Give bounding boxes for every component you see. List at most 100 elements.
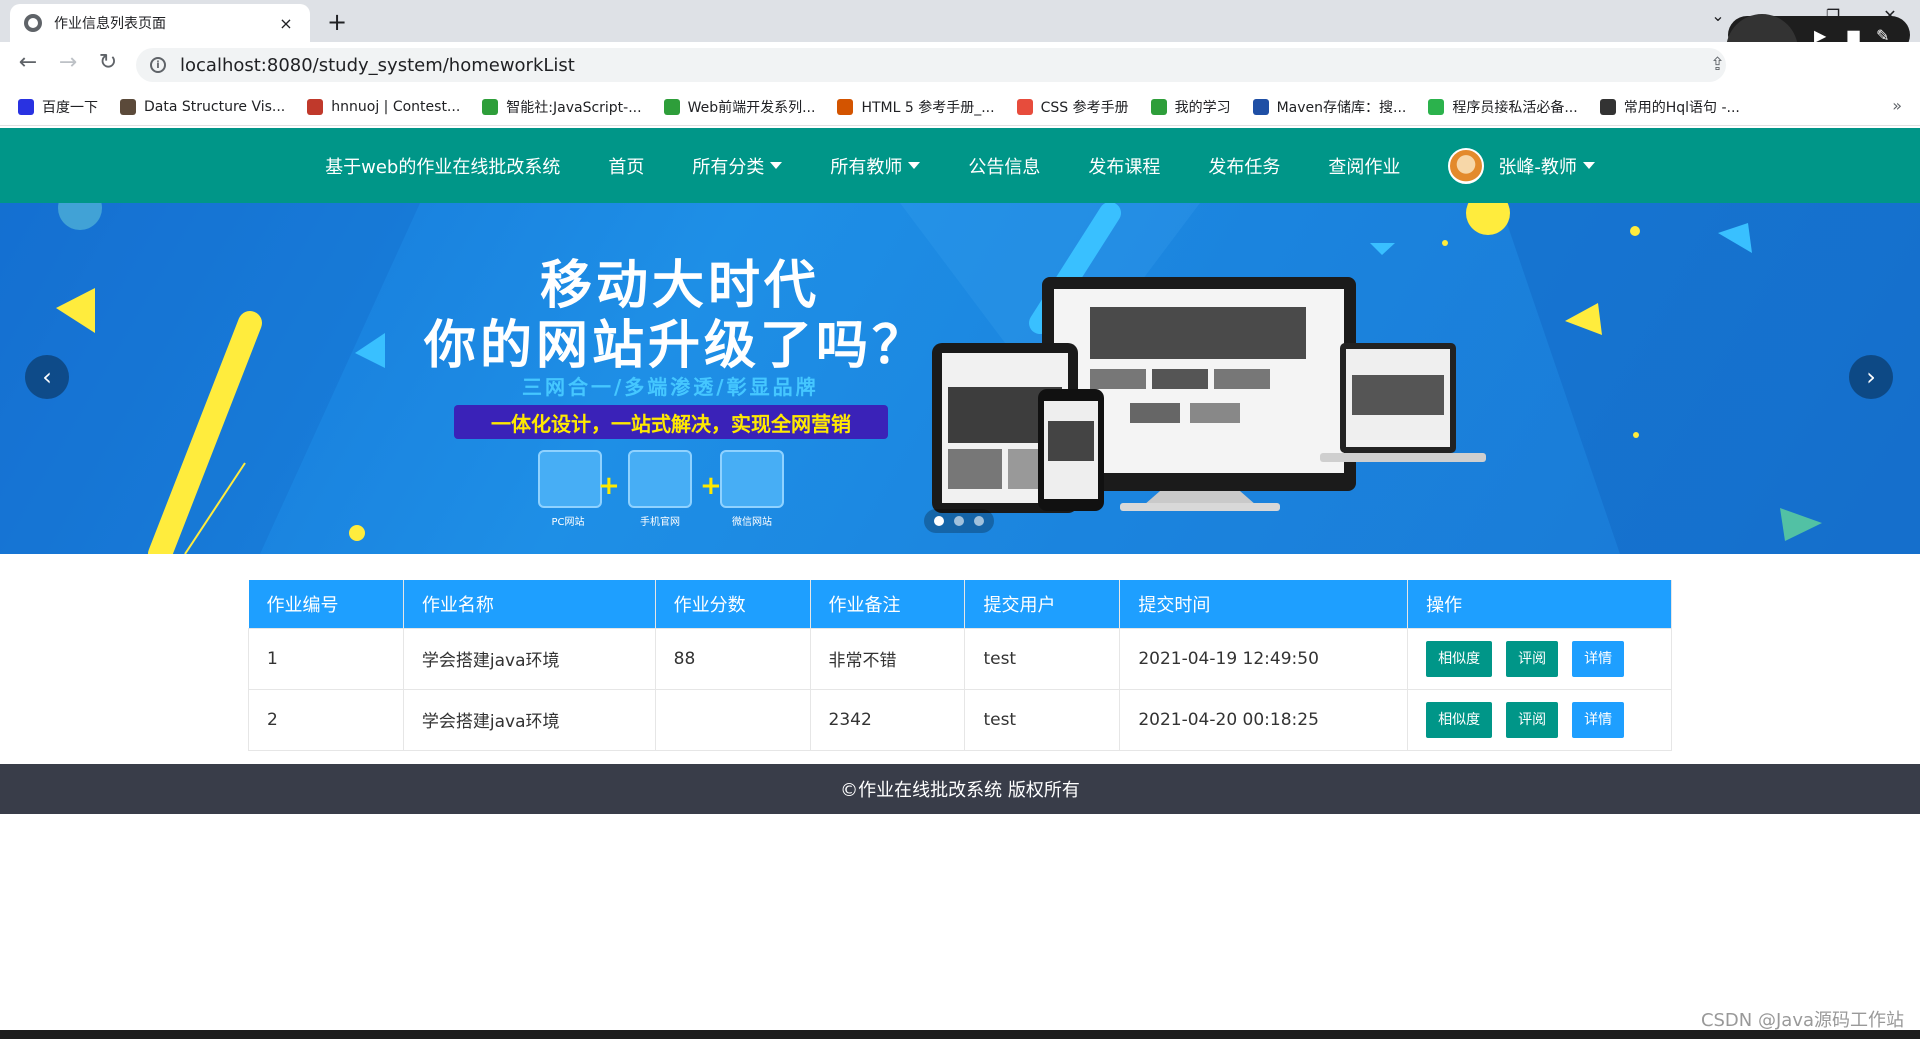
similarity-button[interactable]: 相似度 [1426, 701, 1493, 738]
url-text: localhost:8080/study_system/homeworkList [180, 54, 575, 76]
cell-user: test [964, 627, 1121, 690]
column-header: 提交时间 [1119, 580, 1409, 628]
bookmark-favicon-icon [1150, 98, 1167, 115]
nav-home[interactable]: 首页 [608, 153, 644, 179]
cell-id: 2 [248, 688, 404, 751]
details-button[interactable]: 详情 [1572, 701, 1625, 738]
nav-review-homework[interactable]: 查阅作业 [1328, 153, 1400, 179]
bookmark-item[interactable]: 我的学习 [1150, 97, 1231, 117]
carousel-dot[interactable] [974, 516, 984, 526]
tab-title: 作业信息列表页面 [54, 16, 166, 32]
nav-publish-task[interactable]: 发布任务 [1208, 153, 1280, 179]
wechat-icon [720, 450, 784, 508]
similarity-button[interactable]: 相似度 [1426, 640, 1493, 677]
site-navbar: 基于web的作业在线批改系统 首页 所有分类 所有教师 公告信息 发布课程 发布… [0, 128, 1920, 203]
banner-headline-2: 你的网站升级了吗？ [424, 316, 929, 376]
url-field[interactable]: i localhost:8080/study_system/homeworkLi… [136, 48, 1726, 82]
cell-name: 学会搭建java环境 [402, 688, 656, 751]
bookmark-item[interactable]: 智能社:JavaScript-... [482, 97, 642, 117]
carousel-dot[interactable] [934, 516, 944, 526]
review-button[interactable]: 评阅 [1506, 640, 1559, 677]
nav-all-teachers[interactable]: 所有教师 [830, 153, 921, 179]
bookmark-item[interactable]: CSS 参考手册 [1016, 97, 1129, 117]
nav-publish-course[interactable]: 发布课程 [1088, 153, 1160, 179]
tab-search-chevron-icon[interactable]: ⌄ [1708, 6, 1728, 25]
carousel-prev-button[interactable]: ‹ [25, 355, 69, 399]
new-tab-button[interactable]: + [324, 8, 350, 36]
cell-score [654, 688, 811, 751]
caret-down-icon [770, 162, 783, 169]
device-label-wechat: 微信网站 [732, 517, 772, 528]
bookmark-item[interactable]: Data Structure Vis... [120, 98, 285, 115]
bookmarks-bar: 百度一下 Data Structure Vis... hnnuoj | Contes… [0, 88, 1920, 126]
globe-icon [24, 14, 42, 32]
review-button[interactable]: 评阅 [1506, 701, 1559, 738]
reload-icon[interactable]: ↻ [94, 50, 122, 75]
nav-all-teachers-label: 所有教师 [830, 156, 903, 178]
cell-remark: 2342 [809, 688, 966, 751]
browser-tab-strip: 作业信息列表页面 × + ⌄ ❐ ✕ 00:00:00 ▶ ■ ✎ [0, 0, 1920, 86]
cell-remark: 非常不错 [809, 627, 966, 690]
nav-user-menu[interactable]: 张峰-教师 [1448, 147, 1595, 184]
share-icon[interactable]: ⇪ [1710, 54, 1725, 75]
column-header: 作业名称 [403, 580, 656, 628]
carousel-next-button[interactable]: › [1849, 355, 1893, 399]
banner-subline: 三网合一/多端渗透/彰显品牌 [522, 375, 819, 399]
bookmark-label: 我的学习 [1174, 99, 1231, 116]
bookmark-favicon-icon [1599, 98, 1616, 115]
bookmark-favicon-icon [120, 98, 136, 115]
bookmark-favicon-icon [307, 98, 324, 115]
bookmark-item[interactable]: 程序员接私活必备... [1428, 97, 1578, 117]
homework-table: 作业编号 作业名称 作业分数 作业备注 提交用户 提交时间 操作 1 学会搭建j… [248, 580, 1672, 751]
site-footer: ©作业在线批改系统 版权所有 [0, 764, 1920, 814]
bookmark-item[interactable]: hnnuoj | Contest... [307, 98, 460, 115]
browser-tab[interactable]: 作业信息列表页面 × [10, 4, 310, 42]
bookmark-favicon-icon [663, 98, 680, 115]
column-header: 作业编号 [248, 580, 404, 628]
bookmark-label: 常用的Hql语句 -... [1623, 99, 1740, 116]
bookmark-favicon-icon [1428, 98, 1445, 115]
site-brand[interactable]: 基于web的作业在线批改系统 [325, 153, 560, 179]
bookmark-item[interactable]: Maven存储库：搜... [1252, 97, 1406, 117]
cell-time: 2021-04-19 12:49:50 [1119, 627, 1409, 690]
cell-time: 2021-04-20 00:18:25 [1119, 688, 1409, 751]
banner-decoration [0, 203, 1920, 554]
forward-icon[interactable]: → [54, 50, 82, 75]
bookmark-favicon-icon [837, 98, 854, 115]
bookmark-item[interactable]: 常用的Hql语句 -... [1599, 97, 1740, 117]
os-taskbar [0, 1030, 1920, 1039]
nav-all-categories[interactable]: 所有分类 [692, 153, 783, 179]
plus-icon: + [700, 471, 722, 501]
bookmark-favicon-icon [482, 98, 499, 115]
tab-close-icon[interactable]: × [276, 14, 296, 33]
carousel-indicators [924, 509, 994, 533]
table-header-row: 作业编号 作业名称 作业分数 作业备注 提交用户 提交时间 操作 [248, 580, 1672, 628]
column-header: 作业备注 [810, 580, 966, 628]
address-bar-row: ← → ↻ i localhost:8080/study_system/home… [0, 42, 1920, 88]
watermark: CSDN @Java源码工作站 [1700, 1010, 1904, 1031]
carousel-dot[interactable] [954, 516, 964, 526]
banner-carousel: 移动大时代 你的网站升级了吗？ 三网合一/多端渗透/彰显品牌 一体化设计，一站式… [0, 203, 1920, 554]
bookmark-item[interactable]: Web前端开发系列... [663, 97, 816, 117]
site-info-icon[interactable]: i [150, 57, 166, 73]
table-row: 2 学会搭建java环境 2342 test 2021-04-20 00:18:… [248, 688, 1672, 751]
column-header: 提交用户 [964, 580, 1121, 628]
caret-down-icon [1582, 162, 1595, 169]
bookmark-label: 百度一下 [42, 99, 98, 116]
table-row: 1 学会搭建java环境 88 非常不错 test 2021-04-19 12:… [248, 627, 1672, 690]
more-bookmarks-icon[interactable]: » [1892, 96, 1902, 115]
device-label-mobile: 手机官网 [640, 517, 680, 528]
bookmark-item[interactable]: 百度一下 [18, 97, 98, 117]
monitor-icon [538, 450, 602, 508]
nav-announcements[interactable]: 公告信息 [968, 153, 1040, 179]
bookmark-favicon-icon [1016, 98, 1033, 115]
bookmark-label: Web前端开发系列... [687, 99, 816, 116]
details-button[interactable]: 详情 [1572, 640, 1625, 677]
bookmark-favicon-icon [18, 98, 34, 115]
avatar [1448, 147, 1485, 184]
bookmark-item[interactable]: HTML 5 参考手册_... [837, 97, 995, 117]
bookmark-label: HTML 5 参考手册_... [861, 99, 995, 116]
cell-id: 1 [248, 627, 404, 690]
cell-user: test [964, 688, 1121, 751]
back-icon[interactable]: ← [14, 50, 42, 75]
